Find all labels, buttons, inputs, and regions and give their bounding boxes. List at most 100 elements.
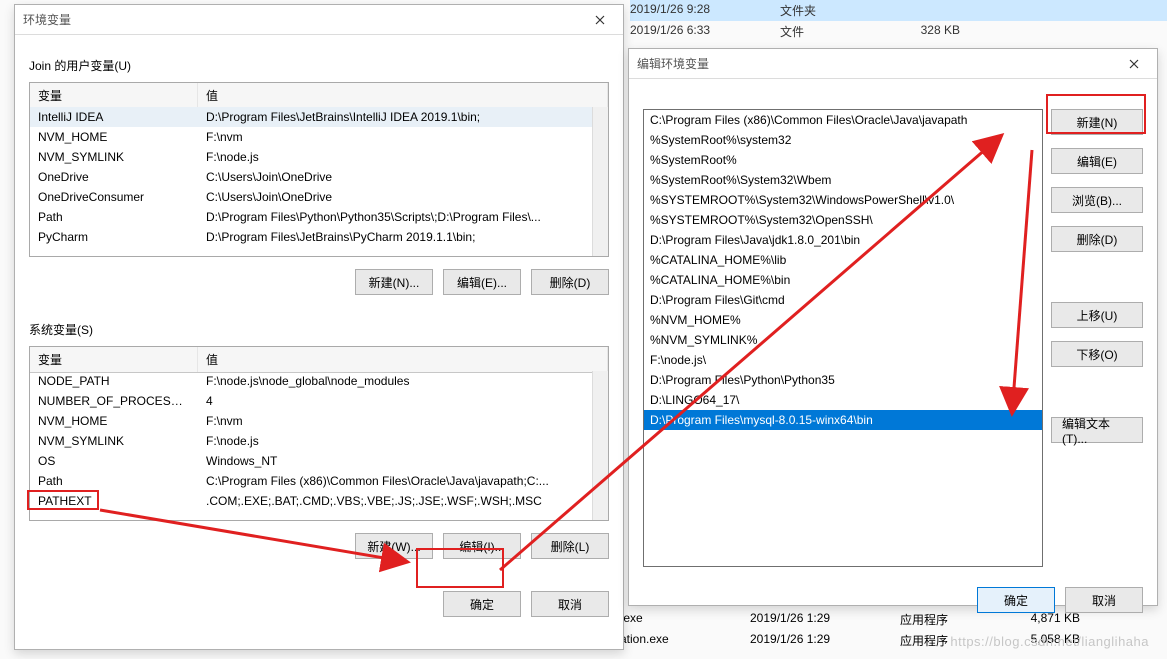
col-variable[interactable]: 变量	[30, 83, 198, 108]
background-file-list: 2019/1/26 9:28 文件夹 2019/1/26 6:33 文件 328…	[630, 0, 1167, 42]
cell-var: PyCharm	[30, 228, 198, 246]
list-item[interactable]: D:\Program Files\Python\Python35	[644, 370, 1042, 390]
cell-val: F:\nvm	[198, 128, 592, 146]
table-row[interactable]: IntelliJ IDEAD:\Program Files\JetBrains\…	[30, 107, 592, 127]
list-item[interactable]: C:\Program Files (x86)\Common Files\Orac…	[644, 110, 1042, 130]
list-item[interactable]: %CATALINA_HOME%\bin	[644, 270, 1042, 290]
path-edit-button[interactable]: 编辑(E)	[1051, 148, 1143, 174]
list-item[interactable]: D:\Program Files\Java\jdk1.8.0_201\bin	[644, 230, 1042, 250]
sys-vars-table[interactable]: 变量 值 NODE_PATHF:\node.js\node_global\nod…	[29, 346, 609, 521]
list-item[interactable]: D:\Program Files\Git\cmd	[644, 290, 1042, 310]
list-item[interactable]: %CATALINA_HOME%\lib	[644, 250, 1042, 270]
path-new-button[interactable]: 新建(N)	[1051, 109, 1143, 135]
sys-vars-label: 系统变量(S)	[15, 311, 623, 342]
list-item[interactable]: D:\LINGO64_17\	[644, 390, 1042, 410]
user-vars-table[interactable]: 变量 值 IntelliJ IDEAD:\Program Files\JetBr…	[29, 82, 609, 257]
cell-val: C:\Program Files (x86)\Common Files\Orac…	[198, 472, 592, 490]
bg-type: 文件夹	[780, 2, 860, 19]
dialog-title: 编辑环境变量	[637, 55, 709, 72]
bg-type: 应用程序	[900, 632, 980, 649]
cell-val: Windows_NT	[198, 452, 592, 470]
cell-val: F:\node.js	[198, 148, 592, 166]
path-browse-button[interactable]: 浏览(B)...	[1051, 187, 1143, 213]
bg-type: 文件	[780, 23, 860, 40]
cell-val: D:\Program Files\Python\Python35\Scripts…	[198, 208, 592, 226]
list-item[interactable]: %NVM_HOME%	[644, 310, 1042, 330]
bg-date: 2019/1/26 6:33	[630, 23, 750, 40]
col-value[interactable]: 值	[198, 83, 608, 108]
cell-val: C:\Users\Join\OneDrive	[198, 168, 592, 186]
table-row[interactable]: OneDriveConsumerC:\Users\Join\OneDrive	[30, 187, 592, 207]
close-icon[interactable]	[585, 5, 615, 35]
sys-delete-button[interactable]: 删除(L)	[531, 533, 609, 559]
cell-var: NODE_PATH	[30, 372, 198, 390]
path-edittext-button[interactable]: 编辑文本(T)...	[1051, 417, 1143, 443]
table-row[interactable]: NODE_PATHF:\node.js\node_global\node_mod…	[30, 371, 592, 391]
table-row[interactable]: PathC:\Program Files (x86)\Common Files\…	[30, 471, 592, 491]
cell-val: C:\Users\Join\OneDrive	[198, 188, 592, 206]
cell-var: Path	[30, 472, 198, 490]
table-row[interactable]: PathD:\Program Files\Python\Python35\Scr…	[30, 207, 592, 227]
table-row[interactable]: NVM_HOMEF:\nvm	[30, 411, 592, 431]
close-icon[interactable]	[1119, 49, 1149, 79]
path-list[interactable]: C:\Program Files (x86)\Common Files\Orac…	[643, 109, 1043, 567]
table-row[interactable]: NVM_HOMEF:\nvm	[30, 127, 592, 147]
scrollbar[interactable]	[592, 371, 608, 520]
list-item[interactable]: %SystemRoot%\System32\Wbem	[644, 170, 1042, 190]
table-header: 变量 值	[30, 347, 608, 373]
env-vars-dialog: 环境变量 Join 的用户变量(U) 变量 值 IntelliJ IDEAD:\…	[14, 4, 624, 650]
cancel-button[interactable]: 取消	[531, 591, 609, 617]
table-row[interactable]: NVM_SYMLINKF:\node.js	[30, 431, 592, 451]
bg-row: ation.exe 2019/1/26 1:29 应用程序 5,058 KB	[620, 630, 1167, 651]
user-delete-button[interactable]: 删除(D)	[531, 269, 609, 295]
path-delete-button[interactable]: 删除(D)	[1051, 226, 1143, 252]
list-item[interactable]: D:\Program Files\mysql-8.0.15-winx64\bin	[644, 410, 1042, 430]
titlebar: 环境变量	[15, 5, 623, 35]
list-item[interactable]: %SYSTEMROOT%\System32\OpenSSH\	[644, 210, 1042, 230]
path-movedown-button[interactable]: 下移(O)	[1051, 341, 1143, 367]
table-row[interactable]: PATHEXT.COM;.EXE;.BAT;.CMD;.VBS;.VBE;.JS…	[30, 491, 592, 511]
bg-size	[890, 2, 960, 19]
user-edit-button[interactable]: 编辑(E)...	[443, 269, 521, 295]
table-row[interactable]: PyCharmD:\Program Files\JetBrains\PyChar…	[30, 227, 592, 247]
bg-date: 2019/1/26 9:28	[630, 2, 750, 19]
col-value[interactable]: 值	[198, 347, 608, 372]
cell-var: NUMBER_OF_PROCESSORS	[30, 392, 198, 410]
bg-row: 2019/1/26 9:28 文件夹	[630, 0, 1167, 21]
list-item[interactable]: %SystemRoot%\system32	[644, 130, 1042, 150]
table-header: 变量 值	[30, 83, 608, 109]
ok-button[interactable]: 确定	[977, 587, 1055, 613]
ok-button[interactable]: 确定	[443, 591, 521, 617]
cell-var: IntelliJ IDEA	[30, 108, 198, 126]
col-variable[interactable]: 变量	[30, 347, 198, 372]
cell-var: NVM_HOME	[30, 128, 198, 146]
cell-var: NVM_SYMLINK	[30, 432, 198, 450]
list-item[interactable]: %SystemRoot%	[644, 150, 1042, 170]
cell-val: D:\Program Files\JetBrains\PyCharm 2019.…	[198, 228, 592, 246]
table-row[interactable]: OneDriveC:\Users\Join\OneDrive	[30, 167, 592, 187]
path-moveup-button[interactable]: 上移(U)	[1051, 302, 1143, 328]
cell-val: D:\Program Files\JetBrains\IntelliJ IDEA…	[198, 108, 592, 126]
list-item[interactable]: %NVM_SYMLINK%	[644, 330, 1042, 350]
dialog-title: 环境变量	[23, 11, 71, 28]
table-row[interactable]: OSWindows_NT	[30, 451, 592, 471]
bg-size: 328 KB	[890, 23, 960, 40]
list-item[interactable]: F:\node.js\	[644, 350, 1042, 370]
cell-var: OS	[30, 452, 198, 470]
sys-new-button[interactable]: 新建(W)...	[355, 533, 433, 559]
list-item[interactable]: %SYSTEMROOT%\System32\WindowsPowerShell\…	[644, 190, 1042, 210]
titlebar: 编辑环境变量	[629, 49, 1157, 79]
user-new-button[interactable]: 新建(N)...	[355, 269, 433, 295]
cell-val: F:\node.js\node_global\node_modules	[198, 372, 592, 390]
user-vars-label: Join 的用户变量(U)	[15, 47, 623, 78]
table-row[interactable]: NVM_SYMLINKF:\node.js	[30, 147, 592, 167]
edit-path-dialog: 编辑环境变量 C:\Program Files (x86)\Common Fil…	[628, 48, 1158, 606]
bg-date: 2019/1/26 1:29	[750, 632, 870, 649]
sys-edit-button[interactable]: 编辑(I)...	[443, 533, 521, 559]
cell-var: OneDriveConsumer	[30, 188, 198, 206]
cell-val: .COM;.EXE;.BAT;.CMD;.VBS;.VBE;.JS;.JSE;.…	[198, 492, 592, 510]
scrollbar[interactable]	[592, 107, 608, 256]
cell-val: 4	[198, 392, 592, 410]
cancel-button[interactable]: 取消	[1065, 587, 1143, 613]
table-row[interactable]: NUMBER_OF_PROCESSORS4	[30, 391, 592, 411]
